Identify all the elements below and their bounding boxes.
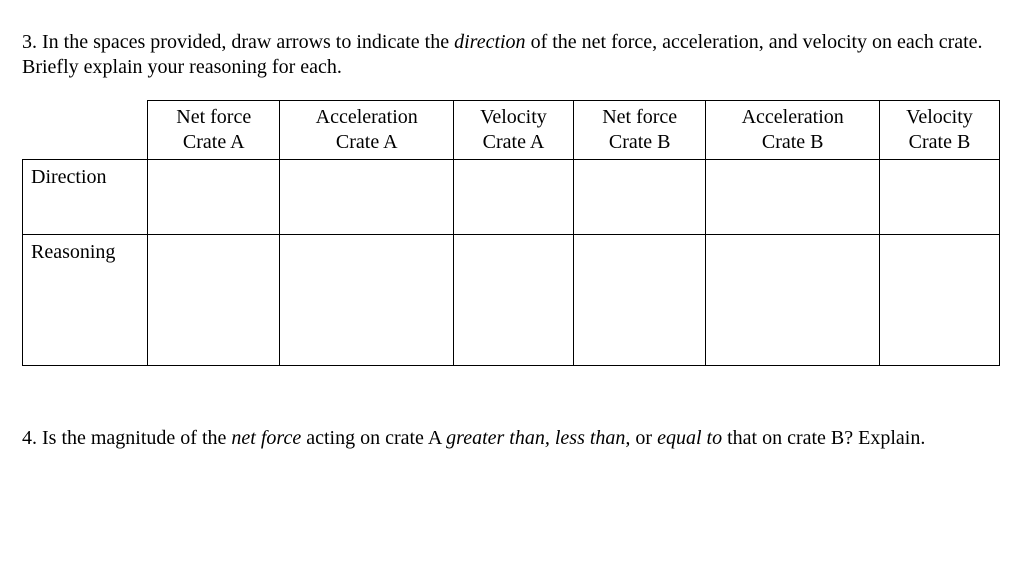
header-line2: Crate B bbox=[762, 131, 824, 153]
direction-cell bbox=[573, 160, 705, 235]
reasoning-cell bbox=[280, 235, 454, 366]
reasoning-cell bbox=[148, 235, 280, 366]
q3-italic-direction: direction bbox=[454, 31, 525, 53]
reasoning-row: Reasoning bbox=[23, 235, 1000, 366]
header-line1: Acceleration bbox=[316, 106, 418, 128]
col-header: Velocity Crate A bbox=[453, 101, 573, 160]
q4-text-rest: that on crate B? Explain. bbox=[722, 427, 925, 449]
question-3: 3. In the spaces provided, draw arrows t… bbox=[22, 30, 1002, 80]
crate-table: Net force Crate A Acceleration Crate A V… bbox=[22, 100, 1000, 366]
reasoning-cell bbox=[706, 235, 880, 366]
reasoning-cell bbox=[573, 235, 705, 366]
header-line1: Net force bbox=[602, 106, 677, 128]
q3-text-prefix: 3. In the spaces provided, draw arrows t… bbox=[22, 31, 454, 53]
q4-italic-comparison: greater than, less than, bbox=[446, 427, 630, 449]
q4-text-prefix: 4. Is the magnitude of the bbox=[22, 427, 231, 449]
col-header: Acceleration Crate A bbox=[280, 101, 454, 160]
q4-text-mid2: or bbox=[630, 427, 657, 449]
question-4: 4. Is the magnitude of the net force act… bbox=[22, 426, 1002, 451]
header-line1: Acceleration bbox=[742, 106, 844, 128]
reasoning-cell bbox=[879, 235, 999, 366]
table-corner-cell bbox=[23, 101, 148, 160]
q4-italic-netforce: net force bbox=[231, 427, 301, 449]
reasoning-cell bbox=[453, 235, 573, 366]
col-header: Acceleration Crate B bbox=[706, 101, 880, 160]
direction-row: Direction bbox=[23, 160, 1000, 235]
direction-cell bbox=[706, 160, 880, 235]
header-line2: Crate B bbox=[609, 131, 671, 153]
header-line2: Crate B bbox=[909, 131, 971, 153]
header-line2: Crate A bbox=[336, 131, 398, 153]
table-header-row: Net force Crate A Acceleration Crate A V… bbox=[23, 101, 1000, 160]
direction-cell bbox=[148, 160, 280, 235]
q4-text-mid1: acting on crate A bbox=[301, 427, 446, 449]
header-line1: Velocity bbox=[480, 106, 547, 128]
direction-cell bbox=[453, 160, 573, 235]
col-header: Net force Crate A bbox=[148, 101, 280, 160]
direction-cell bbox=[879, 160, 999, 235]
row-label-reasoning: Reasoning bbox=[23, 235, 148, 366]
col-header: Net force Crate B bbox=[573, 101, 705, 160]
col-header: Velocity Crate B bbox=[879, 101, 999, 160]
direction-cell bbox=[280, 160, 454, 235]
row-label-direction: Direction bbox=[23, 160, 148, 235]
header-line2: Crate A bbox=[183, 131, 245, 153]
header-line2: Crate A bbox=[483, 131, 545, 153]
header-line1: Net force bbox=[176, 106, 251, 128]
q4-italic-equalto: equal to bbox=[657, 427, 722, 449]
header-line1: Velocity bbox=[906, 106, 973, 128]
